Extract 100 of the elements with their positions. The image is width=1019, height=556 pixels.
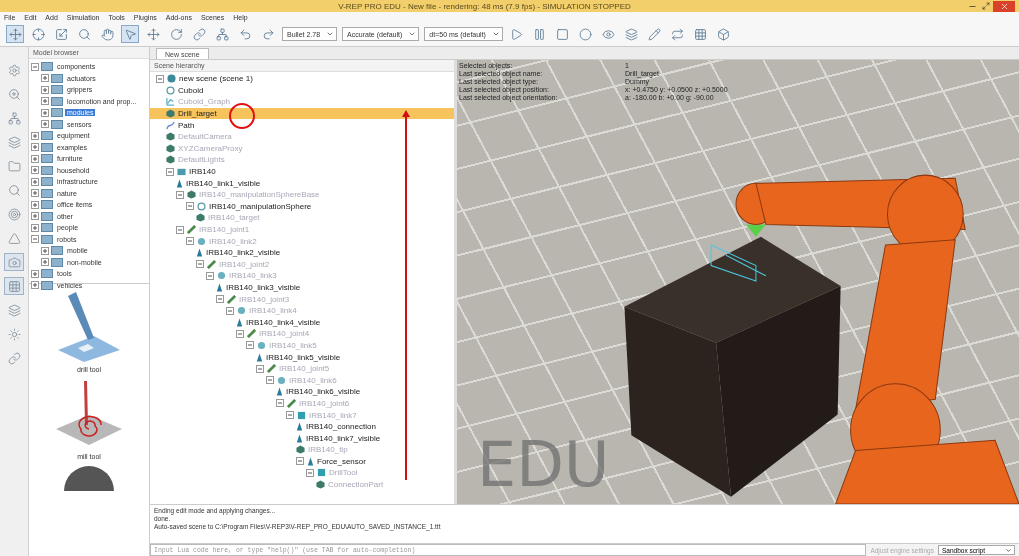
crosshair-button[interactable] xyxy=(29,25,47,43)
highlight-circle xyxy=(228,102,256,130)
expand-toggle[interactable] xyxy=(156,74,164,83)
expand-toggle[interactable] xyxy=(31,269,39,278)
expand-toggle[interactable] xyxy=(31,143,39,152)
hierarchy-row[interactable]: IRB140_link1_visible xyxy=(150,177,454,189)
graph-icon xyxy=(166,97,175,107)
expand-toggle[interactable] xyxy=(41,108,49,117)
camera-button[interactable] xyxy=(4,253,24,271)
grid-button[interactable] xyxy=(4,277,24,295)
move-button[interactable] xyxy=(6,25,24,43)
shape-icon xyxy=(166,109,175,119)
pointer-button[interactable] xyxy=(121,25,139,43)
triangle-icon xyxy=(276,387,283,397)
hierarchy-row[interactable]: Path xyxy=(150,119,454,131)
expand-toggle[interactable] xyxy=(31,177,39,186)
joint-icon xyxy=(187,225,196,234)
expand-toggle[interactable] xyxy=(166,167,174,176)
folder-icon xyxy=(51,96,63,106)
scene-viewport[interactable] xyxy=(457,60,1019,504)
folder-icon xyxy=(41,177,53,187)
object-name: IRB140_joint5 xyxy=(279,364,330,374)
expand-toggle[interactable] xyxy=(186,237,194,246)
pencil-button[interactable] xyxy=(645,25,664,43)
shape-icon xyxy=(196,213,205,223)
folder-icon xyxy=(41,188,53,198)
link-icon xyxy=(192,27,206,41)
hand-icon xyxy=(100,27,114,41)
expand-toggle[interactable] xyxy=(306,469,314,477)
gear-icon xyxy=(7,63,21,77)
expand-toggle[interactable] xyxy=(31,154,39,163)
layers-button[interactable] xyxy=(622,25,641,43)
expand-toggle[interactable] xyxy=(41,85,49,94)
expand-toggle[interactable] xyxy=(246,341,254,350)
expand-toggle[interactable] xyxy=(276,399,284,408)
object-name: IRB140_target xyxy=(208,213,260,223)
hierarchy-row[interactable]: Drill_target xyxy=(150,107,454,120)
hierarchy-row[interactable]: IRB140_link4_visible xyxy=(150,316,454,329)
hierarchy-row[interactable]: IRB140 xyxy=(150,165,454,178)
expand-toggle[interactable] xyxy=(41,120,49,129)
expand-toggle[interactable] xyxy=(41,74,49,83)
hierarchy-row[interactable]: IRB140_link2_visible xyxy=(150,246,454,259)
object-name: DefaultCamera xyxy=(178,132,232,142)
expand-toggle[interactable] xyxy=(176,225,184,234)
sphere-drawing[interactable] xyxy=(64,466,114,492)
move-icon xyxy=(146,27,160,41)
folder-icon xyxy=(41,211,53,221)
triangle-icon xyxy=(307,456,314,466)
search-icon xyxy=(7,183,21,197)
expand-toggle[interactable] xyxy=(31,62,39,71)
expand-toggle[interactable] xyxy=(206,271,214,280)
expand-toggle[interactable] xyxy=(196,260,204,269)
move-button[interactable] xyxy=(144,25,162,43)
hierarchy-row[interactable]: IRB140_manipulationSphere xyxy=(150,200,454,213)
expand-toggle[interactable] xyxy=(31,212,39,221)
expand-toggle[interactable] xyxy=(41,246,49,255)
caret-icon xyxy=(408,30,417,38)
hierarchy-row[interactable]: IRB140_link3_visible xyxy=(150,281,454,294)
expand-toggle[interactable] xyxy=(256,364,264,373)
expand-toggle[interactable] xyxy=(266,376,274,385)
expand-toggle[interactable] xyxy=(31,200,39,209)
expand-toggle[interactable] xyxy=(236,329,244,338)
link-button[interactable] xyxy=(190,25,208,43)
expand-toggle[interactable] xyxy=(296,457,304,466)
expand-toggle[interactable] xyxy=(31,189,39,198)
expand-toggle[interactable] xyxy=(286,411,294,419)
expand-toggle[interactable] xyxy=(31,131,39,140)
object-name: IRB140_joint6 xyxy=(299,398,350,408)
triangle-icon xyxy=(256,352,263,362)
record-button[interactable] xyxy=(576,25,595,43)
hierarchy-row[interactable]: new scene (scene 1) xyxy=(150,73,454,85)
caret-icon xyxy=(326,30,335,38)
folder-icon xyxy=(51,108,63,118)
move-icon xyxy=(8,27,22,41)
expand-toggle[interactable] xyxy=(31,281,39,290)
cube-icon xyxy=(317,468,326,478)
expand-toggle[interactable] xyxy=(31,235,39,244)
triangle-icon xyxy=(7,231,21,245)
maximize-button[interactable] xyxy=(979,0,993,12)
expand-toggle[interactable] xyxy=(216,295,224,304)
network-button[interactable] xyxy=(213,25,231,43)
redo-icon xyxy=(261,27,275,41)
eye-icon xyxy=(602,27,616,41)
hand-button[interactable] xyxy=(98,25,116,43)
hierarchy-row[interactable]: Force_sensor xyxy=(150,455,454,468)
hierarchy-row[interactable]: IRB140_link6_visible xyxy=(150,386,454,398)
expand-toggle[interactable] xyxy=(41,258,49,267)
expand-toggle[interactable] xyxy=(41,97,49,106)
expand-toggle[interactable] xyxy=(226,306,234,315)
hierarchy-row[interactable]: IRB140_connection xyxy=(150,420,454,433)
object-name: IRB140_link2_visible xyxy=(206,248,281,258)
hierarchy-row[interactable]: IRB140_link5_visible xyxy=(150,351,454,363)
close-button[interactable] xyxy=(993,0,1015,12)
expand-toggle[interactable] xyxy=(176,190,184,199)
hierarchy-row[interactable]: Cuboid xyxy=(150,84,454,97)
hierarchy-row[interactable]: IRB140_link7_visible xyxy=(150,432,454,444)
expand-toggle[interactable] xyxy=(186,202,194,211)
object-name: IRB140_joint3 xyxy=(239,294,290,304)
expand-toggle[interactable] xyxy=(31,223,39,232)
expand-toggle[interactable] xyxy=(31,166,39,175)
